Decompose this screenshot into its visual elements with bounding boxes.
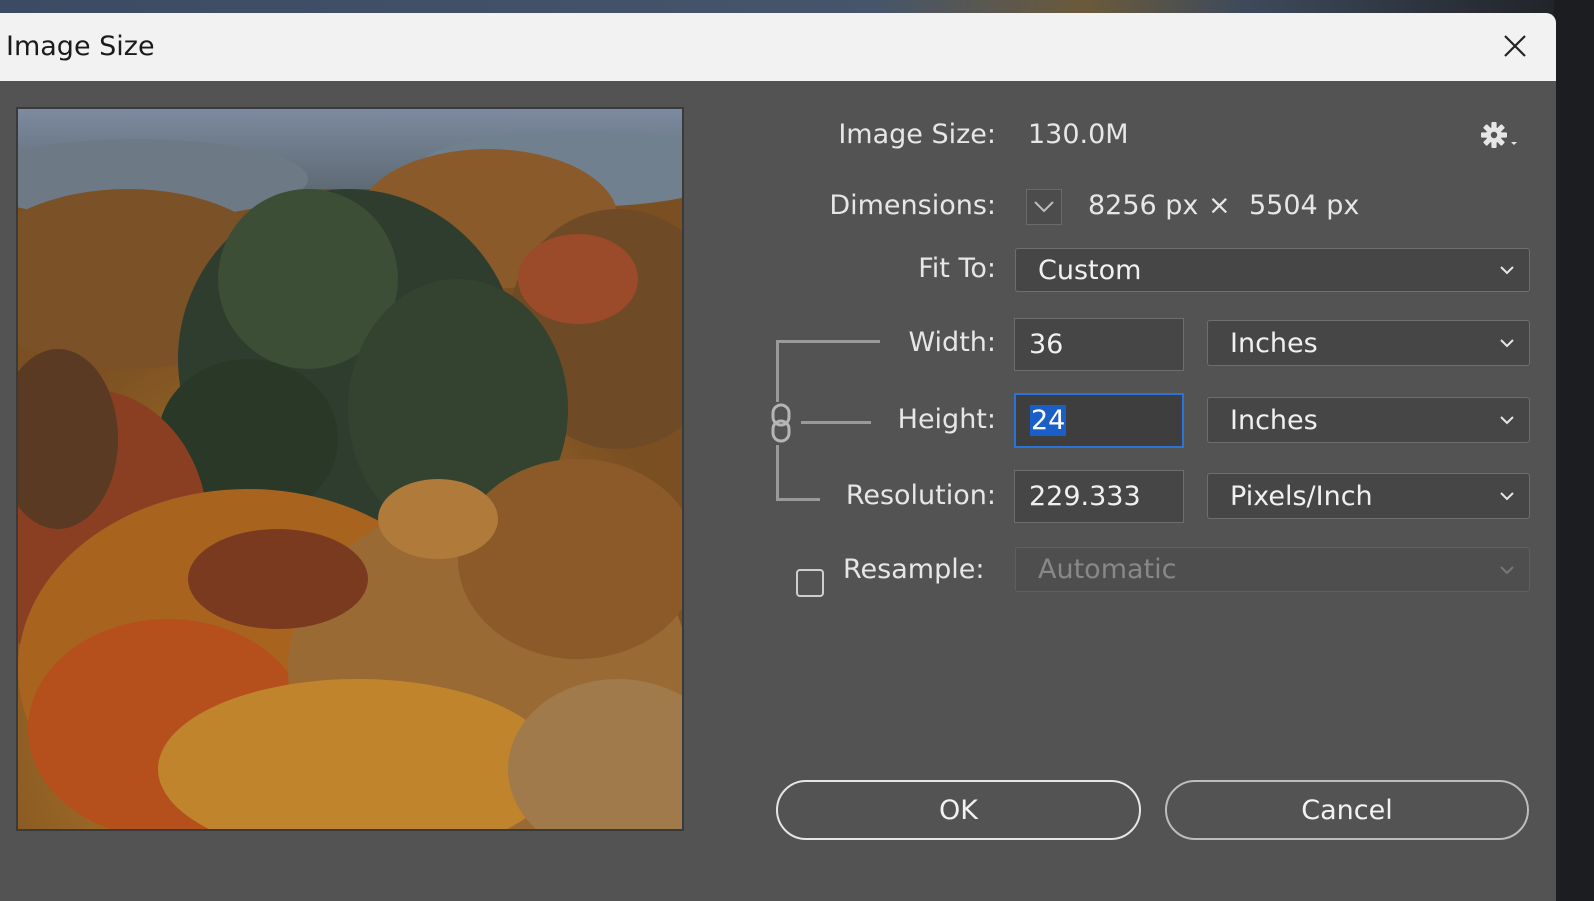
height-unit-value: Inches: [1230, 404, 1318, 436]
background-edge: [1554, 0, 1594, 901]
chevron-down-icon: [1500, 492, 1514, 501]
width-input[interactable]: 36: [1014, 318, 1184, 371]
resample-label: Resample:: [843, 554, 985, 585]
ok-button[interactable]: OK: [776, 780, 1141, 840]
forest-preview-image: [18, 109, 682, 829]
resolution-label: Resolution:: [845, 480, 996, 511]
width-unit-dropdown[interactable]: Inches: [1207, 320, 1530, 366]
height-label: Height:: [897, 404, 996, 435]
dimensions-width: 8256 px: [1088, 190, 1199, 221]
resolution-input[interactable]: 229.333: [1014, 470, 1184, 523]
dimensions-label: Dimensions:: [829, 190, 996, 221]
resample-checkbox[interactable]: [796, 569, 824, 597]
dialog-title: Image Size: [6, 31, 155, 62]
resample-value: Automatic: [1038, 554, 1177, 585]
fit-to-value: Custom: [1038, 254, 1142, 286]
chevron-down-icon: [1500, 339, 1514, 348]
title-bar: Image Size: [0, 13, 1556, 81]
width-label: Width:: [908, 327, 996, 358]
dimensions-units-toggle[interactable]: [1026, 189, 1062, 225]
image-size-value: 130.0M: [1028, 119, 1129, 150]
close-icon: [1504, 35, 1526, 57]
chevron-down-icon: [1034, 201, 1054, 213]
image-preview[interactable]: [16, 107, 684, 831]
height-input[interactable]: 24: [1014, 393, 1184, 448]
cancel-button[interactable]: Cancel: [1165, 780, 1529, 840]
close-button[interactable]: [1500, 31, 1530, 61]
fit-to-label: Fit To:: [918, 253, 996, 284]
dimensions-times: ×: [1208, 190, 1231, 221]
width-unit-value: Inches: [1230, 327, 1318, 359]
height-unit-dropdown[interactable]: Inches: [1207, 397, 1530, 443]
resolution-unit-value: Pixels/Inch: [1230, 480, 1373, 512]
chevron-down-icon: [1500, 565, 1514, 574]
resolution-value: 229.333: [1029, 481, 1141, 512]
resample-dropdown: Automatic: [1015, 547, 1530, 592]
chevron-down-icon: [1500, 266, 1514, 275]
dimensions-height: 5504 px: [1249, 190, 1360, 221]
fit-to-dropdown[interactable]: Custom: [1015, 248, 1530, 292]
gear-icon: [1481, 122, 1517, 148]
resolution-unit-dropdown[interactable]: Pixels/Inch: [1207, 473, 1530, 519]
image-size-label: Image Size:: [838, 119, 996, 150]
image-size-dialog: Image Size Image Size: 130.0M Dimensions…: [0, 13, 1556, 901]
chevron-down-icon: [1500, 416, 1514, 425]
width-value: 36: [1029, 329, 1064, 360]
height-value: 24: [1030, 405, 1067, 436]
settings-menu-button[interactable]: [1480, 119, 1524, 151]
